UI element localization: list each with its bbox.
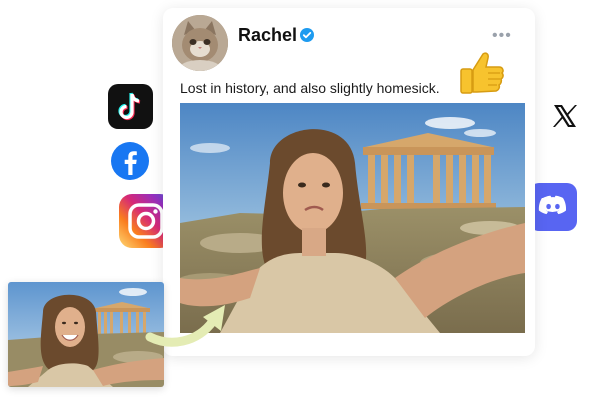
facebook-icon bbox=[111, 142, 149, 180]
x-icon bbox=[553, 105, 577, 127]
tiktok-icon bbox=[108, 84, 153, 129]
transform-arrow-icon bbox=[145, 305, 225, 347]
post-caption: Lost in history, and also slightly homes… bbox=[180, 80, 440, 96]
avatar[interactable] bbox=[172, 15, 228, 71]
verified-badge-icon bbox=[300, 28, 314, 42]
more-options-icon[interactable]: ••• bbox=[492, 27, 512, 45]
discord-icon bbox=[529, 183, 577, 231]
user-name[interactable]: Rachel bbox=[238, 25, 297, 46]
cat-avatar-image bbox=[172, 15, 228, 71]
original-photo-thumbnail[interactable] bbox=[8, 282, 164, 387]
thumbs-up-icon[interactable] bbox=[455, 48, 505, 96]
smiling-selfie-image bbox=[8, 282, 164, 387]
